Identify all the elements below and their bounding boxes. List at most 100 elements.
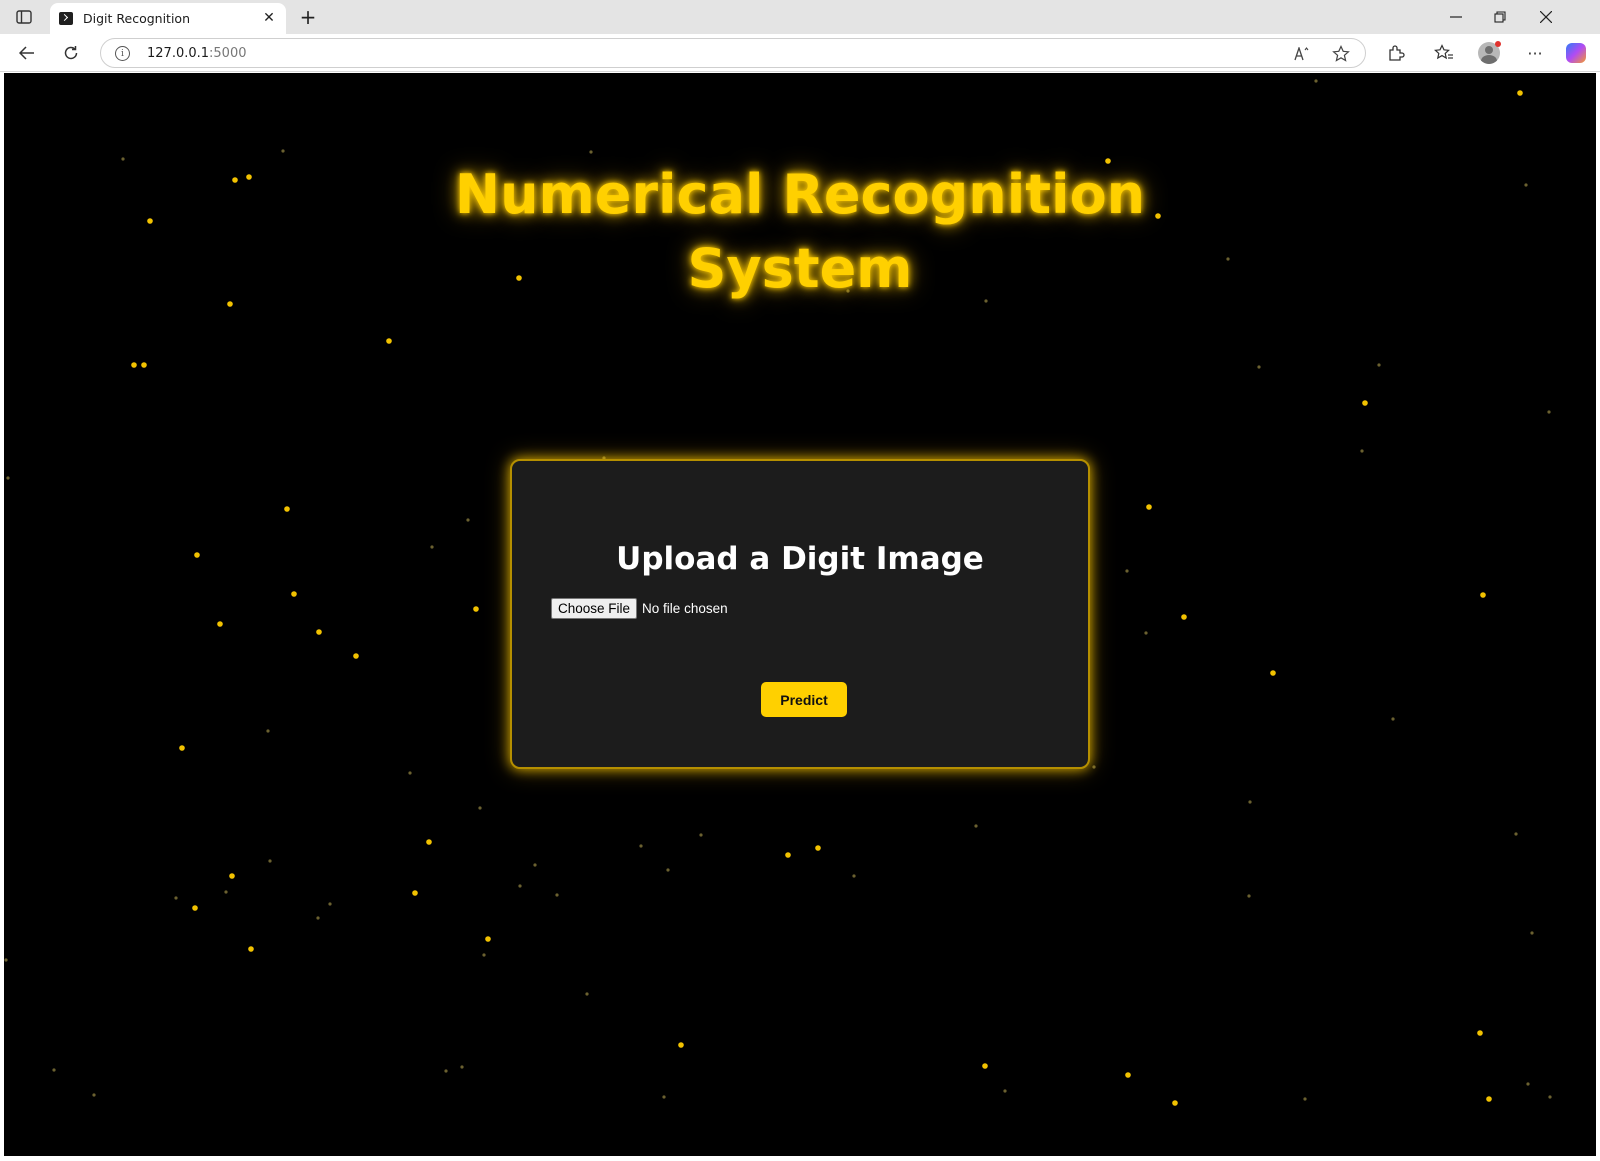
star: [444, 1069, 448, 1073]
star: [194, 552, 200, 558]
star: [430, 545, 434, 549]
close-window-icon[interactable]: [1524, 4, 1568, 30]
star: [466, 518, 470, 522]
star: [460, 1065, 464, 1069]
star: [1303, 1097, 1307, 1101]
site-info-icon[interactable]: i: [115, 46, 130, 61]
star: [248, 946, 254, 952]
address-bar[interactable]: i 127.0.0.1:5000: [100, 38, 1366, 68]
star: [174, 896, 178, 900]
star: [785, 852, 791, 858]
star: [1146, 504, 1152, 510]
restore-icon[interactable]: [1478, 4, 1522, 30]
star: [1480, 592, 1486, 598]
star: [229, 873, 235, 879]
star: [408, 771, 412, 775]
browser-toolbar: i 127.0.0.1:5000 ···: [0, 34, 1600, 72]
star: [1247, 894, 1251, 898]
star: [1530, 931, 1534, 935]
star: [316, 916, 320, 920]
star: [1125, 1072, 1131, 1078]
star: [1003, 1089, 1007, 1093]
browser-tab[interactable]: Digit Recognition ✕: [50, 3, 286, 34]
page-title: Numerical Recognition System: [454, 163, 1146, 300]
file-input[interactable]: Choose File No file chosen: [551, 598, 728, 619]
notification-dot: [1495, 41, 1501, 47]
star: [131, 362, 137, 368]
star: [426, 839, 432, 845]
page-viewport: Numerical Recognition System Upload a Di…: [4, 73, 1596, 1156]
favorite-star-icon[interactable]: [1331, 44, 1351, 64]
star: [1547, 410, 1551, 414]
star: [328, 902, 332, 906]
tab-actions-icon[interactable]: [12, 7, 36, 27]
copilot-icon[interactable]: [1566, 43, 1586, 63]
star: [555, 893, 559, 897]
star: [666, 868, 670, 872]
star: [386, 338, 392, 344]
more-options-icon[interactable]: ···: [1522, 40, 1548, 66]
star: [1514, 832, 1518, 836]
star: [1144, 631, 1148, 635]
star: [482, 953, 486, 957]
star: [281, 149, 285, 153]
star: [52, 1068, 56, 1072]
star: [4, 958, 8, 962]
star: [92, 1093, 96, 1097]
star: [662, 1095, 666, 1099]
star: [192, 905, 198, 911]
minimize-icon[interactable]: [1434, 4, 1478, 30]
refresh-icon[interactable]: [58, 40, 84, 66]
star: [1377, 363, 1381, 367]
star: [815, 845, 821, 851]
star: [284, 506, 290, 512]
tab-title: Digit Recognition: [83, 11, 190, 26]
star: [639, 844, 643, 848]
favorites-icon[interactable]: [1431, 40, 1457, 66]
new-tab-icon[interactable]: +: [296, 5, 320, 29]
star: [585, 992, 589, 996]
star: [982, 1063, 988, 1069]
star: [473, 606, 479, 612]
star: [1270, 670, 1276, 676]
star: [1257, 365, 1261, 369]
star: [141, 362, 147, 368]
star: [1314, 79, 1318, 83]
star: [1477, 1030, 1483, 1036]
close-tab-icon[interactable]: ✕: [260, 9, 278, 27]
url-text: 127.0.0.1:5000: [147, 46, 247, 61]
star: [412, 890, 418, 896]
star: [291, 591, 297, 597]
read-aloud-icon[interactable]: [1293, 44, 1313, 64]
star: [266, 729, 270, 733]
star: [485, 936, 491, 942]
star: [1360, 449, 1364, 453]
no-file-label: No file chosen: [642, 601, 728, 616]
star: [1517, 90, 1523, 96]
star: [478, 806, 482, 810]
star: [1526, 1082, 1530, 1086]
tab-strip: Digit Recognition ✕ +: [0, 0, 1600, 34]
star: [678, 1042, 684, 1048]
star: [224, 890, 228, 894]
star: [589, 150, 593, 154]
star: [1548, 1095, 1552, 1099]
back-arrow-icon[interactable]: [14, 40, 40, 66]
extensions-icon[interactable]: [1383, 40, 1409, 66]
star: [699, 833, 703, 837]
star: [852, 874, 856, 878]
star: [179, 745, 185, 751]
terminal-favicon-icon: [59, 12, 73, 25]
predict-button[interactable]: Predict: [761, 682, 847, 717]
star: [217, 621, 223, 627]
star: [1248, 800, 1252, 804]
star: [974, 824, 978, 828]
star: [533, 863, 537, 867]
star: [518, 884, 522, 888]
star: [1172, 1100, 1178, 1106]
star: [1362, 400, 1368, 406]
choose-file-button[interactable]: Choose File: [551, 598, 638, 619]
star: [268, 859, 272, 863]
upload-heading: Upload a Digit Image: [616, 541, 984, 577]
star: [1181, 614, 1187, 620]
